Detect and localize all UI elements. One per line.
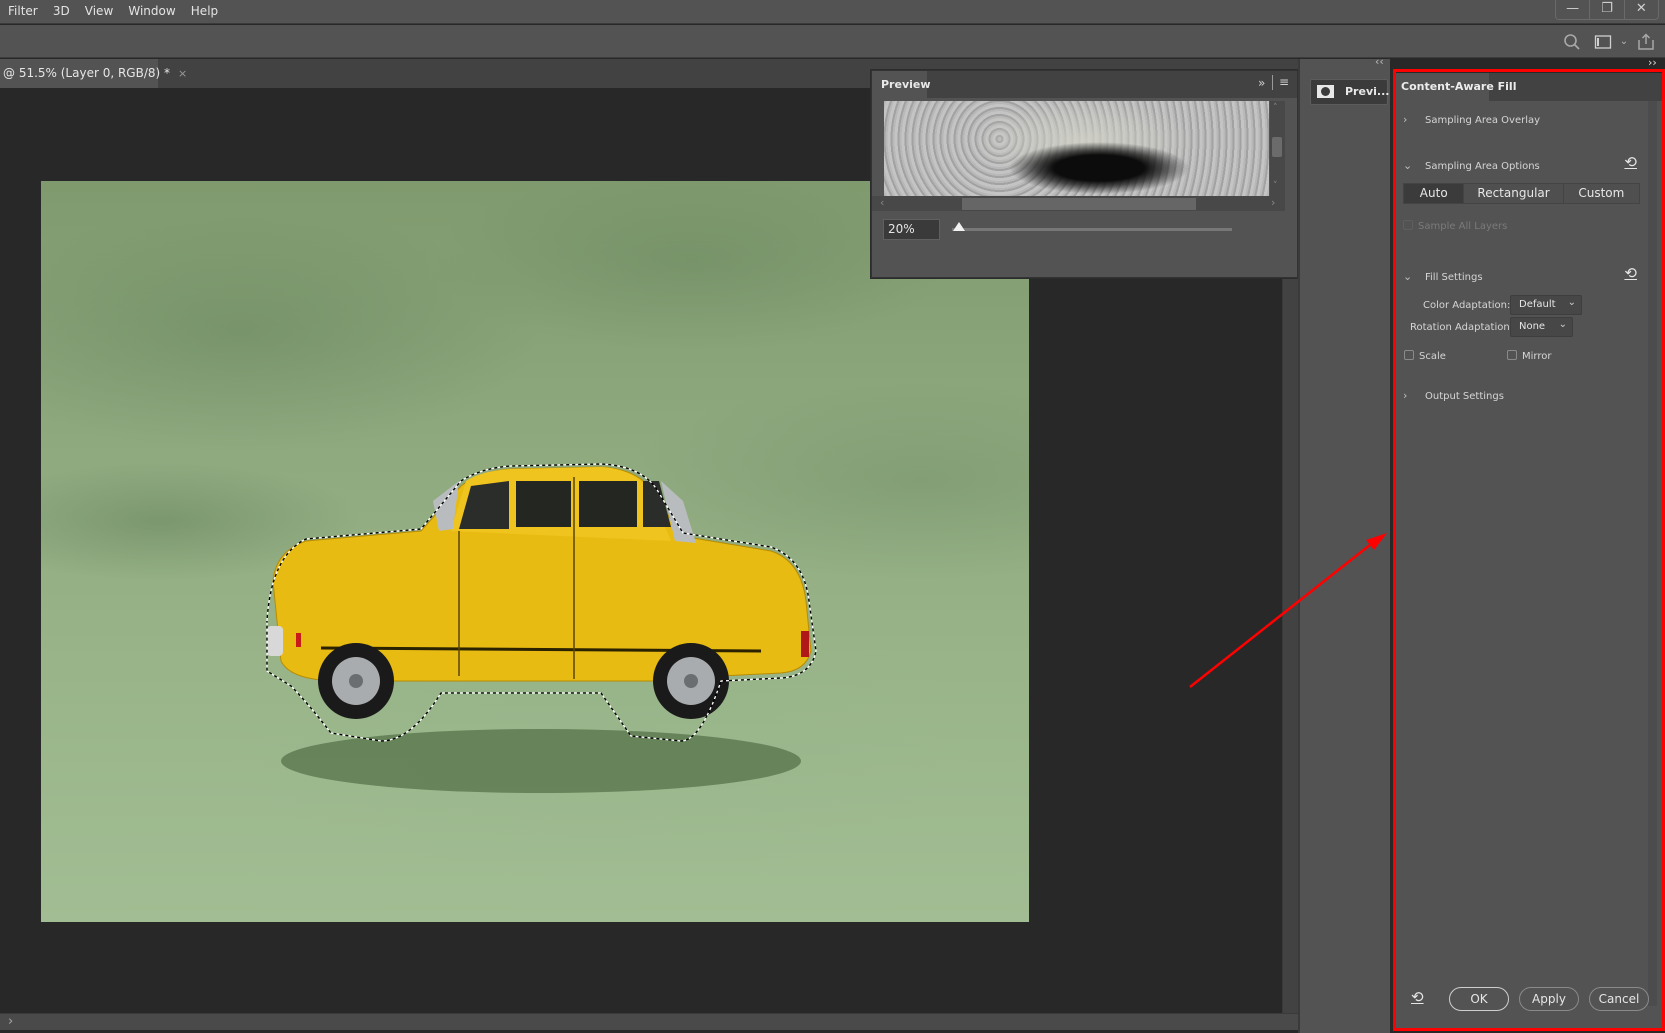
menu-window[interactable]: Window xyxy=(128,0,175,18)
caf-header: Content-Aware Fill xyxy=(1393,73,1663,102)
section-sampling-area-overlay[interactable]: › Sampling Area Overlay xyxy=(1403,113,1540,126)
scale-checkbox[interactable]: Scale xyxy=(1404,350,1446,362)
scroll-thumb[interactable] xyxy=(1272,137,1282,157)
document-tab[interactable]: @ 51.5% (Layer 0, RGB/8) * × xyxy=(0,59,187,88)
expand-dock-icon[interactable]: ›› xyxy=(1648,56,1657,69)
chevron-right-icon: › xyxy=(1403,113,1408,126)
workspace-icon[interactable] xyxy=(1594,33,1612,51)
content-aware-fill-panel: Content-Aware Fill › Sampling Area Overla… xyxy=(1393,73,1663,1031)
preview-button-label: Previ... xyxy=(1345,85,1390,98)
chevron-down-icon: ⌄ xyxy=(1403,159,1413,172)
collapse-panel-icon[interactable]: » xyxy=(1258,76,1265,90)
select-value: Default xyxy=(1519,299,1556,310)
menu-3d[interactable]: 3D xyxy=(53,0,70,18)
section-label: Output Settings xyxy=(1425,391,1504,402)
rotation-adaptation-select[interactable]: None ⌄ xyxy=(1510,317,1573,337)
preview-vertical-scrollbar[interactable]: ˄ ˅ xyxy=(1270,101,1285,196)
document-tab-label: @ 51.5% (Layer 0, RGB/8) * xyxy=(3,66,171,80)
checkbox-label: Mirror xyxy=(1522,351,1552,362)
chevron-right-icon[interactable]: › xyxy=(8,1014,13,1029)
apply-button[interactable]: Apply xyxy=(1519,987,1579,1011)
tab-content-aware-fill[interactable]: Content-Aware Fill xyxy=(1393,73,1516,102)
chevron-down-icon[interactable]: ⌄ xyxy=(1615,33,1633,51)
zoom-slider-track[interactable] xyxy=(952,228,1232,231)
menu-view[interactable]: View xyxy=(85,0,113,18)
share-icon[interactable] xyxy=(1637,33,1655,51)
color-adaptation-label: Color Adaptation: xyxy=(1423,300,1511,311)
chevron-right-icon[interactable]: › xyxy=(1271,196,1275,209)
preview-icon xyxy=(1317,85,1334,98)
preview-image[interactable] xyxy=(884,101,1269,196)
section-label: Sampling Area Overlay xyxy=(1425,115,1541,126)
color-adaptation-select[interactable]: Default ⌄ xyxy=(1510,295,1582,315)
chevron-down-icon[interactable]: ˅ xyxy=(1273,181,1278,191)
chevron-right-icon: › xyxy=(1403,389,1408,402)
reset-sampling-icon[interactable]: ⟲ xyxy=(1624,153,1637,171)
zoom-slider-thumb[interactable] xyxy=(952,222,965,231)
menu-filter[interactable]: Filter xyxy=(8,0,38,18)
sampling-mode-auto[interactable]: Auto xyxy=(1404,184,1464,203)
ok-button[interactable]: OK xyxy=(1449,987,1509,1011)
panel-menu-icon[interactable]: ≡ xyxy=(1279,75,1289,89)
section-label: Fill Settings xyxy=(1425,272,1483,283)
select-value: None xyxy=(1519,321,1546,332)
sample-all-layers-checkbox[interactable]: Sample All Layers xyxy=(1403,220,1507,232)
collapse-dock-icon[interactable]: ‹‹ xyxy=(1375,55,1384,68)
mirror-checkbox[interactable]: Mirror xyxy=(1507,350,1551,362)
checkbox-label: Scale xyxy=(1419,351,1446,362)
checkbox[interactable] xyxy=(1507,350,1517,360)
zoom-input[interactable]: 20% xyxy=(883,219,940,240)
close-tab-icon[interactable]: × xyxy=(178,67,187,80)
preview-panel-button[interactable]: Previ... xyxy=(1310,79,1390,105)
reset-fill-settings-icon[interactable]: ⟲ xyxy=(1624,264,1637,282)
section-output-settings[interactable]: › Output Settings xyxy=(1403,389,1504,402)
section-label: Sampling Area Options xyxy=(1425,161,1540,172)
selected-car[interactable] xyxy=(41,181,1029,922)
tab-preview[interactable]: Preview xyxy=(872,71,931,99)
chevron-left-icon[interactable]: ‹ xyxy=(880,196,884,209)
cancel-button[interactable]: Cancel xyxy=(1589,987,1649,1011)
chevron-up-icon[interactable]: ˄ xyxy=(1273,103,1278,113)
checkbox-label: Sample All Layers xyxy=(1418,221,1508,232)
checkbox[interactable] xyxy=(1403,220,1413,230)
section-fill-settings[interactable]: ⌄ Fill Settings xyxy=(1403,270,1483,283)
search-icon[interactable] xyxy=(1563,33,1581,51)
menu-bar: Filter 3D View Window Help — ❐ ✕ xyxy=(0,0,1665,24)
close-button[interactable]: ✕ xyxy=(1623,0,1658,19)
sampling-mode-custom[interactable]: Custom xyxy=(1562,184,1639,203)
canvas-horizontal-scrollbar[interactable]: › xyxy=(0,1013,1298,1030)
section-sampling-area-options[interactable]: ⌄ Sampling Area Options xyxy=(1403,159,1540,172)
chevron-down-icon: ⌄ xyxy=(1567,297,1576,308)
document-image[interactable] xyxy=(41,181,1029,922)
rotation-adaptation-label: Rotation Adaptation: xyxy=(1410,322,1514,333)
chevron-down-icon: ⌄ xyxy=(1403,270,1413,283)
menu-help[interactable]: Help xyxy=(191,0,218,18)
scroll-thumb[interactable] xyxy=(962,198,1196,210)
checkbox[interactable] xyxy=(1404,350,1414,360)
window-controls: — ❐ ✕ xyxy=(1555,0,1659,20)
sampling-mode-segmented-control: Auto Rectangular Custom xyxy=(1403,183,1640,204)
caf-scrollbar[interactable] xyxy=(1648,101,1657,1006)
preview-panel-header: Preview » ≡ xyxy=(872,71,1297,99)
options-bar: ⌄ xyxy=(0,25,1665,58)
divider xyxy=(1272,75,1273,90)
restore-button[interactable]: ❐ xyxy=(1589,0,1623,19)
preview-horizontal-scrollbar[interactable]: ‹ › xyxy=(872,196,1285,211)
panel-dock: ‹‹ Previ... xyxy=(1298,55,1390,1033)
reset-all-icon[interactable]: ⟲ xyxy=(1411,988,1424,1006)
sampling-mode-rectangular[interactable]: Rectangular xyxy=(1463,184,1563,203)
chevron-down-icon: ⌄ xyxy=(1558,319,1567,330)
preview-panel: Preview » ≡ ˄ ˅ ‹ › 20% xyxy=(871,70,1298,278)
minimize-button[interactable]: — xyxy=(1556,0,1589,19)
